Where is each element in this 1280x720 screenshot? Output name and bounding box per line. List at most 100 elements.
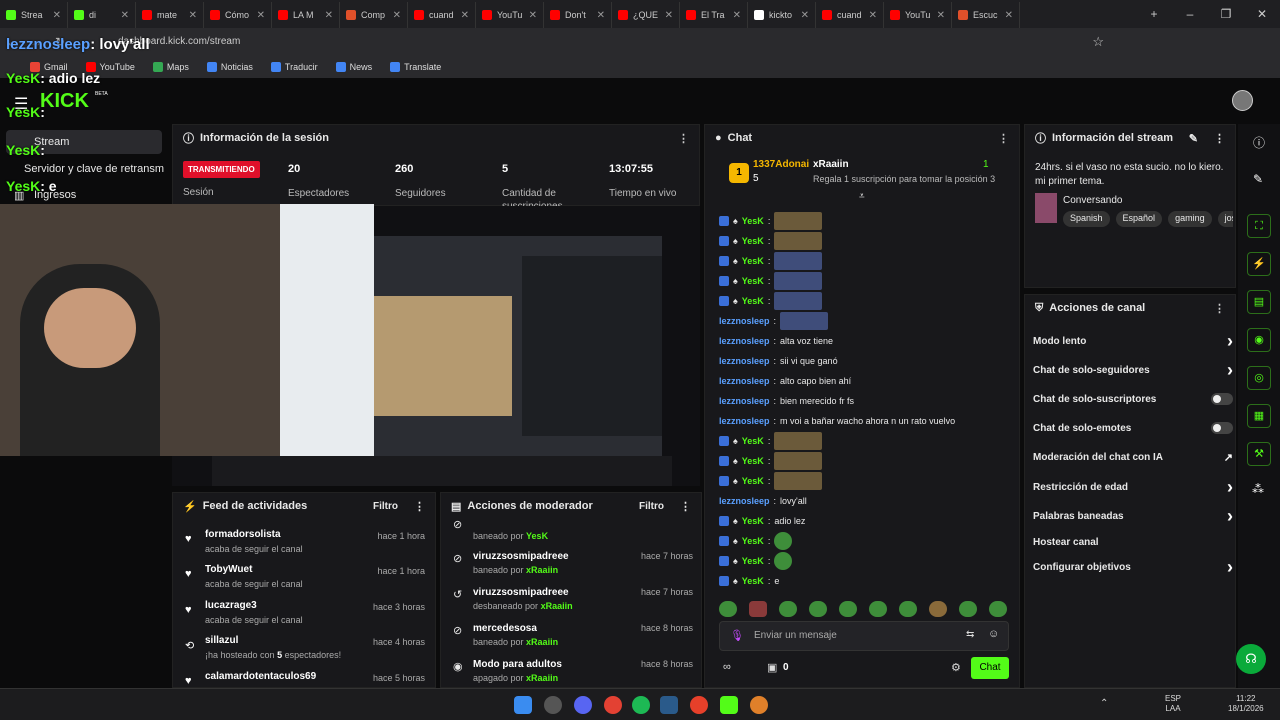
chat-username[interactable]: YesK <box>742 256 764 266</box>
feed-user[interactable]: TobyWuet <box>205 564 252 575</box>
channel-action[interactable]: Chat de solo-suscriptores <box>1033 389 1233 409</box>
fullscreen-icon[interactable]: ⛶ <box>1247 214 1271 238</box>
kick-icon[interactable] <box>720 696 738 714</box>
mod-actor[interactable]: xRaaiin <box>526 637 558 647</box>
chat-username[interactable]: YesK <box>742 556 764 566</box>
browser-tab[interactable]: El Tra ✕ <box>680 2 748 28</box>
feed-user[interactable]: lucazrage3 <box>205 600 257 611</box>
tab-close-icon[interactable]: ✕ <box>257 10 265 21</box>
chat-username[interactable]: YesK <box>742 236 764 246</box>
browser-tab[interactable]: Escuc ✕ <box>952 2 1020 28</box>
send-chat-button[interactable]: Chat <box>971 657 1009 679</box>
windows-start-icon[interactable] <box>514 696 532 714</box>
feed-user[interactable]: formadorsolista <box>205 529 281 540</box>
close-window-icon[interactable]: ✕ <box>1244 0 1280 28</box>
stream-info-menu-icon[interactable]: ⋮ <box>1214 132 1225 145</box>
translate-icon[interactable]: ⇆ <box>966 629 974 640</box>
steam-icon[interactable] <box>660 696 678 714</box>
emote-icon[interactable] <box>959 601 977 617</box>
channel-action[interactable]: Palabras baneadas › <box>1033 506 1233 526</box>
settings-icon[interactable]: ⚙ <box>951 661 961 674</box>
mod-target[interactable]: viruzzsosmipadreee <box>473 551 569 562</box>
language-indicator[interactable]: ESP LAA <box>1165 694 1181 714</box>
tab-close-icon[interactable]: ✕ <box>53 10 61 21</box>
emote-icon[interactable] <box>719 601 737 617</box>
channel-action[interactable]: Moderación del chat con IA ↗ <box>1033 447 1233 467</box>
chrome-icon[interactable] <box>604 696 622 714</box>
kick-logo[interactable]: KICK <box>40 90 89 113</box>
edit-icon[interactable]: ✎ <box>1189 132 1198 145</box>
minimize-icon[interactable]: – <box>1172 0 1208 28</box>
mod-target[interactable]: Modo para adultos <box>473 659 562 670</box>
category-thumbnail[interactable] <box>1035 193 1057 223</box>
emote-icon[interactable] <box>899 601 917 617</box>
channel-action[interactable]: Chat de solo-emotes <box>1033 418 1233 438</box>
feed-user[interactable]: calamardotentaculos69 <box>205 671 316 682</box>
tab-close-icon[interactable]: ✕ <box>189 10 197 21</box>
toggle-switch[interactable] <box>1211 393 1233 405</box>
second-gifter-name[interactable]: xRaaiin <box>813 159 849 170</box>
bookmark-item[interactable]: Maps <box>152 62 189 72</box>
chevron-right-icon[interactable]: › <box>1227 331 1233 352</box>
avatar[interactable] <box>1232 90 1253 111</box>
stream-tag[interactable]: Español <box>1115 211 1163 227</box>
tray-arrow-icon[interactable]: ⌃ <box>1100 698 1108 709</box>
browser-tab[interactable]: cuand ✕ <box>408 2 476 28</box>
browser-tab[interactable]: YouTu ✕ <box>476 2 544 28</box>
browser-tab[interactable]: Cómo ✕ <box>204 2 272 28</box>
emote-icon[interactable] <box>989 601 1007 617</box>
tab-close-icon[interactable]: ✕ <box>937 10 945 21</box>
browser-tab[interactable]: di ✕ <box>68 2 136 28</box>
category-name[interactable]: Conversando <box>1063 195 1122 206</box>
browser-tab[interactable]: Strea ✕ <box>0 2 68 28</box>
support-icon[interactable]: ☊ <box>1236 644 1266 674</box>
feed-filter-button[interactable]: Filtro <box>373 501 398 512</box>
broadcast-icon[interactable]: ◎ <box>1247 366 1271 390</box>
mod-actor[interactable]: xRaaiin <box>541 601 573 611</box>
tab-close-icon[interactable]: ✕ <box>121 10 129 21</box>
emote-icon[interactable] <box>749 601 767 617</box>
mod-actor[interactable]: xRaaiin <box>526 673 558 683</box>
chat-username[interactable]: YesK <box>742 436 764 446</box>
group-icon[interactable]: ⁂ <box>1252 482 1264 496</box>
chat-username[interactable]: lezznosleep <box>719 396 770 406</box>
tab-close-icon[interactable]: ✕ <box>393 10 401 21</box>
channel-action[interactable]: Modo lento › <box>1033 331 1233 351</box>
tab-close-icon[interactable]: ✕ <box>1005 10 1013 21</box>
external-link-icon[interactable]: ↗ <box>1224 451 1233 464</box>
bookmark-item[interactable]: Translate <box>390 62 441 72</box>
channel-action[interactable]: Configurar objetivos › <box>1033 557 1233 577</box>
mod-actor[interactable]: xRaaiin <box>526 565 558 575</box>
new-tab-icon[interactable]: + <box>1136 0 1172 28</box>
chevron-right-icon[interactable]: › <box>1227 506 1233 527</box>
discord-icon[interactable] <box>574 696 592 714</box>
tab-close-icon[interactable]: ✕ <box>665 10 673 21</box>
bookmark-item[interactable]: News <box>335 62 372 72</box>
top-gifter-name[interactable]: 1337Adonai <box>753 159 809 170</box>
nav-stream-key[interactable]: Servidor y clave de retransm <box>24 163 164 175</box>
chat-username[interactable]: lezznosleep <box>719 496 770 506</box>
emote-icon[interactable] <box>779 601 797 617</box>
chat-username[interactable]: YesK <box>742 456 764 466</box>
toggle-switch[interactable] <box>1211 422 1233 434</box>
tab-close-icon[interactable]: ✕ <box>529 10 537 21</box>
session-menu-icon[interactable]: ⋮ <box>678 132 689 145</box>
emote-icon[interactable] <box>809 601 827 617</box>
chat-username[interactable]: YesK <box>742 216 764 226</box>
mod-target[interactable]: viruzzsosmipadreee <box>473 587 569 598</box>
url-field[interactable]: dashboard.kick.com/stream <box>118 32 1118 52</box>
tab-close-icon[interactable]: ✕ <box>733 10 741 21</box>
mod-actor[interactable]: YesK <box>526 531 548 541</box>
gift-cta[interactable]: Regala 1 suscripción para tomar la posic… <box>813 174 995 184</box>
stream-tag[interactable]: Spanish <box>1063 211 1110 227</box>
collapse-icon[interactable]: ⩡ <box>859 191 865 202</box>
chevron-right-icon[interactable]: › <box>1227 360 1233 381</box>
document-icon[interactable]: ▤ <box>1247 290 1271 314</box>
chat-username[interactable]: lezznosleep <box>719 356 770 366</box>
chat-username[interactable]: YesK <box>742 576 764 586</box>
maximize-icon[interactable]: ❐ <box>1208 0 1244 28</box>
emoji-icon[interactable]: ☺ <box>988 628 999 640</box>
stream-tag[interactable]: gaming <box>1168 211 1212 227</box>
channel-action[interactable]: Restricción de edad › <box>1033 477 1233 497</box>
chat-username[interactable]: YesK <box>742 536 764 546</box>
